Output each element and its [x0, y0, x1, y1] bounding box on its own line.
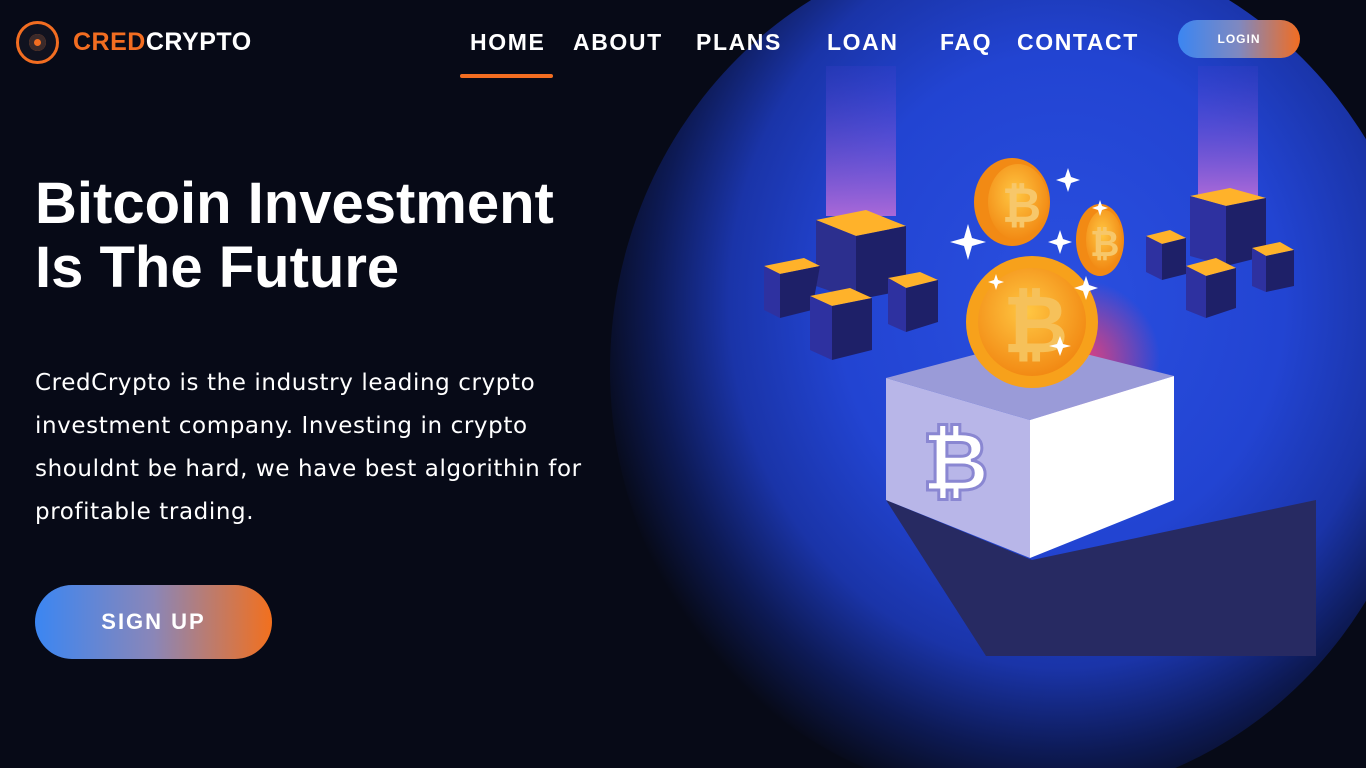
nav-plans[interactable]: PLANS — [696, 29, 782, 56]
logo-text-cred: CRED — [73, 28, 146, 56]
hero-title-line1: Bitcoin Investment — [35, 171, 554, 236]
nav-faq[interactable]: FAQ — [940, 29, 992, 56]
svg-text:₿: ₿ — [1002, 178, 1041, 234]
page: CREDCRYPTO HOME ABOUT PLANS LOAN FAQ CON… — [0, 0, 1366, 768]
signup-button[interactable]: SIGN UP — [35, 585, 272, 659]
logo-text: CREDCRYPTO — [73, 28, 252, 57]
svg-text:₿: ₿ — [1003, 278, 1068, 371]
cube-cluster-right — [1146, 188, 1294, 318]
nav-home[interactable]: HOME — [470, 29, 545, 56]
logo-mark-icon — [16, 21, 59, 64]
coin-top-left: ₿ — [974, 158, 1050, 246]
login-button[interactable]: LOGIN — [1178, 20, 1300, 58]
hero-title-line2: Is The Future — [35, 235, 400, 300]
coin-large: ₿ — [966, 256, 1098, 388]
bitcoin-investment-illustration: ₿ ₿ ₿ ₿ — [764, 66, 1316, 656]
logo-text-crypto: CRYPTO — [145, 28, 252, 56]
cube-cluster-left — [764, 210, 938, 360]
nav-about[interactable]: ABOUT — [573, 29, 663, 56]
nav-contact[interactable]: CONTACT — [1017, 29, 1139, 56]
nav-active-indicator — [460, 74, 553, 78]
light-beam-left — [826, 66, 896, 216]
nav-loan[interactable]: LOAN — [827, 29, 899, 56]
hero-title: Bitcoin Investment Is The Future — [35, 172, 655, 300]
svg-text:₿: ₿ — [1090, 224, 1119, 265]
logo[interactable]: CREDCRYPTO — [16, 21, 252, 64]
hero-description: CredCrypto is the industry leading crypt… — [35, 370, 582, 525]
light-beam-right — [1198, 66, 1258, 196]
box-bitcoin-symbol: ₿ — [922, 415, 989, 510]
